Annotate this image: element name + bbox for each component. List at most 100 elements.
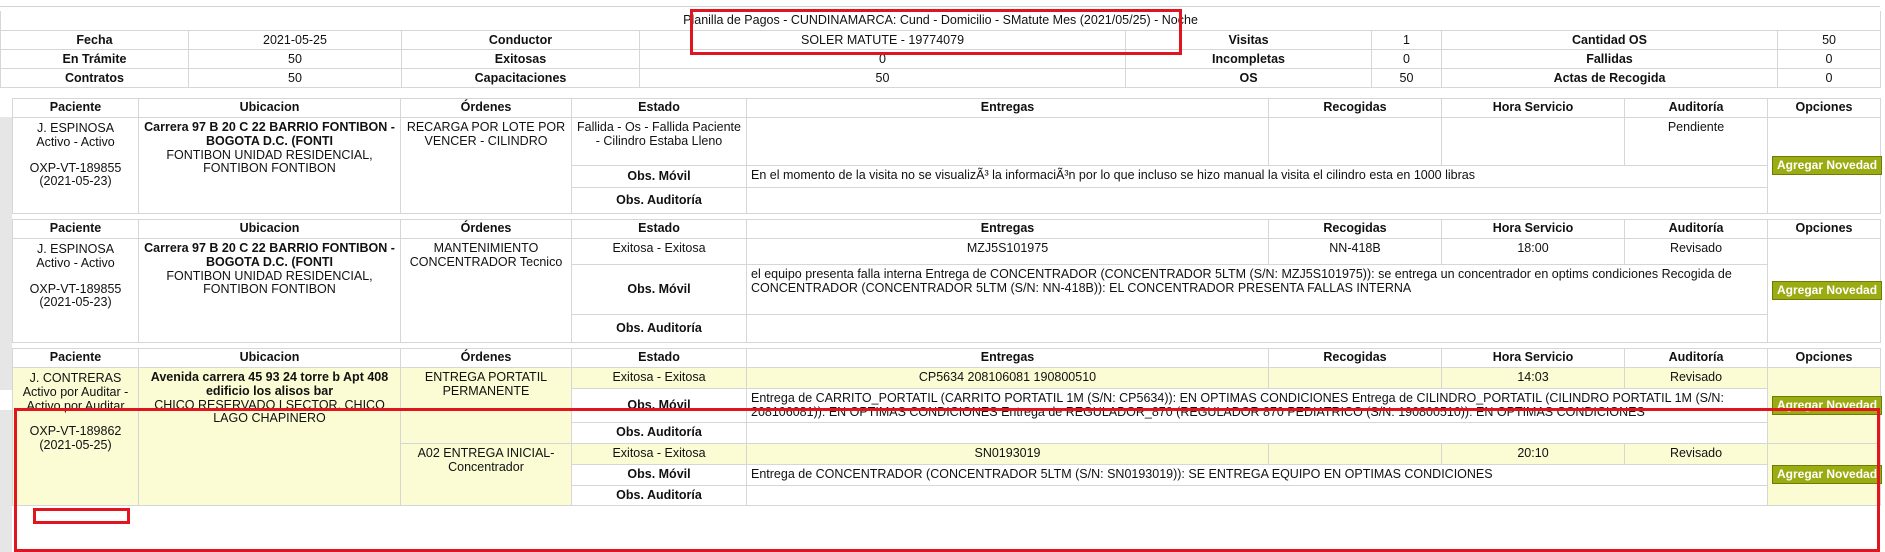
obs-auditoria-label: Obs. Auditoría xyxy=(571,422,747,444)
location-address: Carrera 97 B 20 C 22 BARRIO FONTIBON - B… xyxy=(144,120,395,148)
hora-value: 20:10 xyxy=(1441,443,1625,465)
column-header: Entregas xyxy=(746,348,1269,368)
summary-label: Fallidas xyxy=(1441,48,1778,69)
highlight-box-small xyxy=(33,508,130,524)
column-header: Órdenes xyxy=(400,348,572,368)
location-address: Carrera 97 B 20 C 22 BARRIO FONTIBON - B… xyxy=(144,241,395,269)
obs-movil-label: Obs. Móvil xyxy=(571,463,747,486)
obs-auditoria-label: Obs. Auditoría xyxy=(571,187,747,214)
obs-movil-text: el equipo presenta falla interna Entrega… xyxy=(746,264,1768,315)
patient-name[interactable]: J. ESPINOSA xyxy=(17,242,134,257)
summary-value: 50 xyxy=(188,67,402,88)
patient-status: Activo - Activo xyxy=(36,255,115,270)
obs-movil-label: Obs. Móvil xyxy=(571,387,747,424)
order-name: A02 ENTREGA INICIAL-Concentrador xyxy=(400,442,572,507)
column-header: Auditoría xyxy=(1624,98,1768,118)
summary-value: 50 xyxy=(1371,67,1442,88)
summary-row: Contratos 50 Capacitaciones 50 OS 50 Actas de … xyxy=(0,67,1882,88)
add-novedad-button[interactable]: Agregar Novedad xyxy=(1772,280,1883,301)
estado-value: Exitosa - Exitosa xyxy=(571,367,747,389)
estado-value: Fallida - Os - Fallida Paciente - Cilind… xyxy=(571,117,747,166)
options-cell: Agregar Novedad xyxy=(1767,238,1883,343)
add-novedad-button[interactable]: Agregar Novedad xyxy=(1772,155,1883,176)
order-name: RECARGA POR LOTE POR VENCER - CILINDRO xyxy=(400,117,572,214)
auditoria-value: Revisado xyxy=(1624,238,1768,265)
column-header: Órdenes xyxy=(400,98,572,118)
summary-label: Cantidad OS xyxy=(1441,29,1778,50)
summary-value: 2021-05-25 xyxy=(188,29,402,50)
patient-code: OXP-VT-189855 (2021-05-23) xyxy=(29,281,122,310)
summary-label: Exitosas xyxy=(401,48,640,69)
patient-code: OXP-VT-189862 (2021-05-25) xyxy=(29,424,122,452)
obs-auditoria-text xyxy=(746,422,1768,444)
row-gutter xyxy=(0,117,12,390)
add-novedad-button[interactable]: Agregar Novedad xyxy=(1772,395,1883,416)
entregas-value: SN0193019 xyxy=(746,443,1269,465)
obs-movil-text: En el momento de la visita no se visuali… xyxy=(746,165,1768,188)
order-name: ENTREGA PORTATIL PERMANENTE xyxy=(400,367,572,444)
column-header: Auditoría xyxy=(1624,219,1768,239)
auditoria-value: Revisado xyxy=(1624,367,1768,389)
summary-row: En Trámite 50 Exitosas 0 Incompletas 0 Fallida… xyxy=(0,48,1882,69)
order-row: J. CONTRERAS Activo por Auditar - Activo … xyxy=(12,366,1883,507)
column-header: Recogidas xyxy=(1268,219,1442,239)
column-header: Paciente xyxy=(12,348,139,368)
summary-label: Capacitaciones xyxy=(401,67,640,88)
obs-auditoria-text xyxy=(746,484,1768,507)
patient-cell: J. ESPINOSA Activo - Activo OXP-VT-189855 … xyxy=(12,117,139,214)
recogidas-value xyxy=(1268,117,1442,166)
row-gutter xyxy=(0,410,12,552)
entregas-value xyxy=(746,117,1269,166)
options-cell: Agregar Novedad xyxy=(1767,442,1883,507)
auditoria-value: Pendiente xyxy=(1624,117,1768,166)
summary-label: Visitas xyxy=(1125,29,1372,50)
summary-label: Conductor xyxy=(401,29,640,50)
summary-value: 0 xyxy=(1776,67,1882,88)
patient-cell: J. CONTRERAS Activo por Auditar - Activo … xyxy=(12,366,139,507)
column-header: Opciones xyxy=(1767,98,1881,118)
hora-value: 14:03 xyxy=(1441,367,1625,389)
column-header: Paciente xyxy=(12,219,139,239)
summary-row: Fecha 2021-05-25 Conductor SOLER MATUTE - 1… xyxy=(0,29,1882,50)
column-header: Hora Servicio xyxy=(1441,98,1625,118)
obs-movil-label: Obs. Móvil xyxy=(571,165,747,188)
column-header: Auditoría xyxy=(1624,348,1768,368)
options-cell: Agregar Novedad xyxy=(1767,367,1883,444)
column-header: Opciones xyxy=(1767,219,1881,239)
summary-title: Planilla de Pagos - CUNDINAMARCA: Cund -… xyxy=(0,11,1882,31)
column-header: Órdenes xyxy=(400,219,572,239)
obs-movil-text: Entrega de CONCENTRADOR (CONCENTRADOR 5L… xyxy=(746,463,1768,486)
options-cell: Agregar Novedad xyxy=(1767,117,1883,214)
column-header-row: Paciente Ubicacion Órdenes Estado Entregas Re… xyxy=(12,348,1881,368)
location-area: FONTIBON UNIDAD RESIDENCIAL, FONTIBON FO… xyxy=(166,147,373,176)
location-area: FONTIBON UNIDAD RESIDENCIAL, FONTIBON FO… xyxy=(166,268,373,297)
summary-value: 50 xyxy=(1776,29,1882,50)
add-novedad-button[interactable]: Agregar Novedad xyxy=(1772,465,1883,485)
obs-auditoria-text xyxy=(746,314,1768,343)
summary-value: 0 xyxy=(1371,48,1442,69)
column-header: Entregas xyxy=(746,219,1269,239)
order-name: MANTENIMIENTO CONCENTRADOR Tecnico xyxy=(400,238,572,343)
order-row: J. ESPINOSA Activo - Activo OXP-VT-189855 … xyxy=(12,238,1883,343)
hora-value xyxy=(1441,117,1625,166)
entregas-value: CP5634 208106081 190800510 xyxy=(746,367,1269,389)
column-header: Ubicacion xyxy=(138,98,401,118)
patient-name[interactable]: J. ESPINOSA xyxy=(17,121,134,136)
summary-label: Contratos xyxy=(0,67,189,88)
column-header: Ubicacion xyxy=(138,219,401,239)
estado-value: Exitosa - Exitosa xyxy=(571,443,747,465)
column-header: Ubicacion xyxy=(138,348,401,368)
top-divider xyxy=(0,6,1880,7)
summary-label: OS xyxy=(1125,67,1372,88)
location-address: Avenida carrera 45 93 24 torre b Apt 408… xyxy=(150,370,389,398)
recogidas-value xyxy=(1268,367,1442,389)
order-row: J. ESPINOSA Activo - Activo OXP-VT-189855 … xyxy=(12,117,1883,214)
column-header: Paciente xyxy=(12,98,139,118)
column-header: Estado xyxy=(571,98,747,118)
patient-name[interactable]: J. CONTRERAS xyxy=(17,371,134,386)
summary-label: Fecha xyxy=(0,29,189,50)
column-header: Entregas xyxy=(746,98,1269,118)
summary-value: 0 xyxy=(1776,48,1882,69)
services-table: Paciente Ubicacion Órdenes Estado Entregas Re… xyxy=(12,98,1883,507)
column-header: Recogidas xyxy=(1268,348,1442,368)
